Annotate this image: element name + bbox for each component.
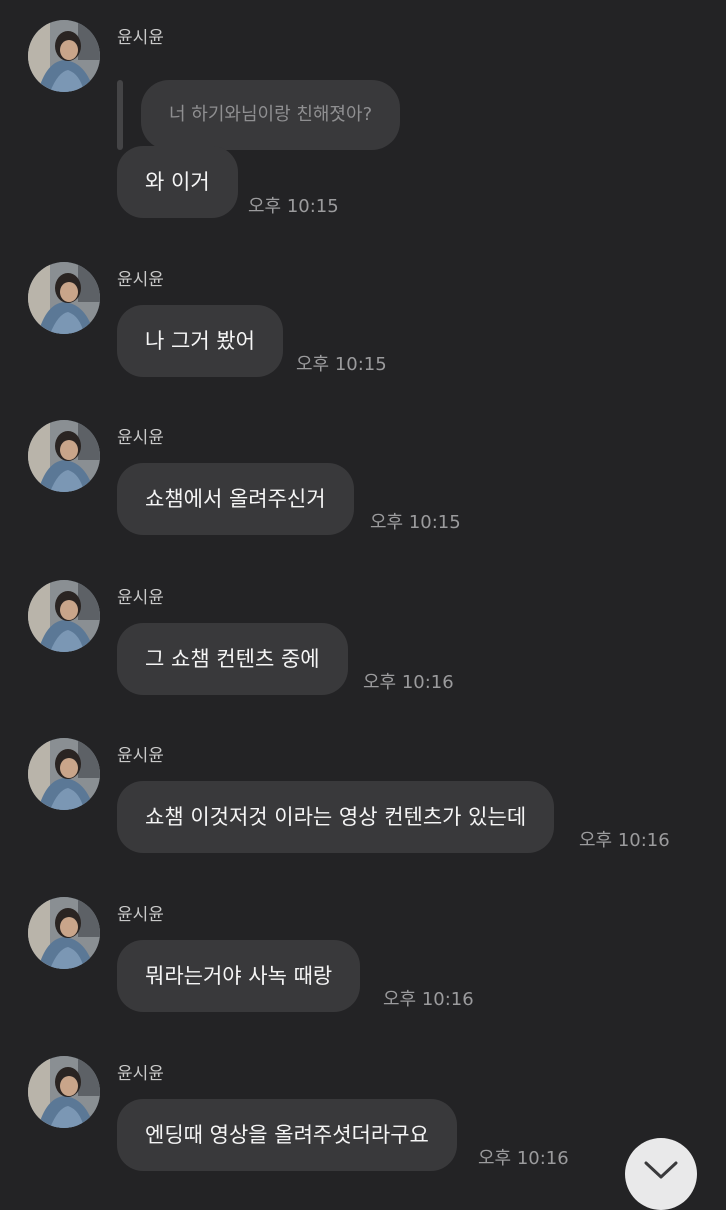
message-timestamp: 오후 10:16 — [383, 989, 474, 1010]
message-timestamp: 오후 10:15 — [296, 354, 387, 375]
sender-name: 윤시윤 — [117, 746, 164, 766]
avatar[interactable] — [28, 897, 100, 969]
avatar[interactable] — [28, 738, 100, 810]
sender-name: 윤시윤 — [117, 588, 164, 608]
profile-photo — [28, 580, 100, 652]
message-bubble[interactable]: 뭐라는거야 사녹 때랑 — [117, 940, 361, 1012]
profile-photo — [28, 420, 100, 492]
message-bubble[interactable]: 쇼챔에서 올려주신거 — [117, 463, 354, 535]
message-bubble[interactable]: 엔딩때 영상을 올려주셧더라구요 — [117, 1099, 457, 1171]
message-bubble[interactable]: 그 쇼챔 컨텐츠 중에 — [117, 623, 348, 695]
profile-photo — [28, 20, 100, 92]
avatar[interactable] — [28, 262, 100, 334]
avatar[interactable] — [28, 420, 100, 492]
reply-indicator-bar — [117, 80, 123, 150]
reply-quote[interactable]: 너 하기와님이랑 친해졋아? — [141, 80, 401, 150]
avatar[interactable] — [28, 20, 100, 92]
message-bubble[interactable]: 쇼챔 이것저것 이라는 영상 컨텐츠가 있는데 — [117, 781, 555, 853]
chevron-down-icon — [644, 1161, 678, 1179]
message-timestamp: 오후 10:16 — [478, 1148, 569, 1169]
sender-name: 윤시윤 — [117, 1064, 164, 1084]
message-bubble[interactable]: 나 그거 봤어 — [117, 305, 283, 377]
profile-photo — [28, 738, 100, 810]
profile-photo — [28, 1056, 100, 1128]
scroll-to-bottom-button[interactable] — [625, 1138, 697, 1210]
sender-name: 윤시윤 — [117, 270, 164, 290]
sender-name: 윤시윤 — [117, 428, 164, 448]
message-timestamp: 오후 10:16 — [579, 830, 670, 851]
message-timestamp: 오후 10:15 — [370, 512, 461, 533]
sender-name: 윤시윤 — [117, 905, 164, 925]
profile-photo — [28, 262, 100, 334]
sender-name: 윤시윤 — [117, 28, 164, 48]
message-timestamp: 오후 10:15 — [248, 196, 339, 217]
avatar[interactable] — [28, 580, 100, 652]
profile-photo — [28, 897, 100, 969]
message-timestamp: 오후 10:16 — [363, 672, 454, 693]
avatar[interactable] — [28, 1056, 100, 1128]
message-bubble[interactable]: 와 이거 — [117, 146, 238, 218]
